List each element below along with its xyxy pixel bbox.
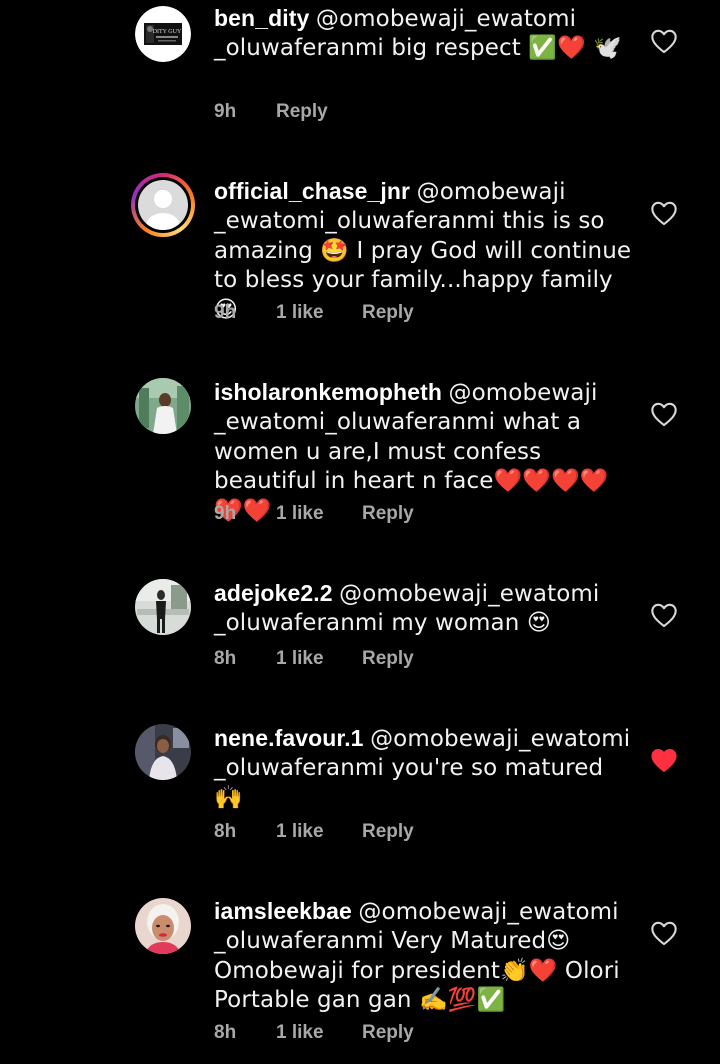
avatar[interactable] — [135, 724, 191, 780]
comment-likes[interactable]: 1 like — [276, 1022, 362, 1044]
comment-meta: 8h 1 like Reply — [214, 1022, 414, 1044]
comment-username[interactable]: isholaronkemopheth — [214, 379, 442, 405]
heart-icon[interactable] — [650, 401, 678, 427]
comment-body: adejoke2.2 @omobewaji_ewatomi _oluwafera… — [214, 579, 634, 638]
heart-icon[interactable] — [650, 920, 678, 946]
comment-time: 8h — [214, 1022, 237, 1043]
comment-meta: 8h 1 like Reply — [214, 821, 414, 843]
comment-likes[interactable]: 1 like — [276, 648, 362, 670]
heart-icon[interactable] — [650, 602, 678, 628]
comment-body: ben_dity @omobewaji_ewatomi _oluwaferanm… — [214, 4, 634, 63]
comment-time: 9h — [214, 302, 237, 323]
comment-meta: 9h Reply — [214, 101, 328, 123]
reply-button[interactable]: Reply — [362, 1022, 414, 1044]
comment-meta: 9h 1 like Reply — [214, 302, 414, 324]
reply-button[interactable]: Reply — [362, 302, 414, 324]
comment-body: iamsleekbae @omobewaji_ewatomi _oluwafer… — [214, 897, 634, 1015]
comment-username[interactable]: official_chase_jnr — [214, 178, 410, 204]
avatar[interactable] — [135, 378, 191, 434]
reply-button[interactable]: Reply — [362, 503, 414, 525]
comment-meta: 9h 1 like Reply — [214, 503, 414, 525]
reply-button[interactable]: Reply — [276, 101, 328, 123]
comment-time: 9h — [214, 503, 237, 524]
avatar-ring — [135, 177, 191, 233]
comment-username[interactable]: nene.favour.1 — [214, 725, 364, 751]
avatar-placeholder — [138, 180, 188, 230]
reply-button[interactable]: Reply — [362, 648, 414, 670]
heart-filled-icon[interactable] — [650, 747, 678, 773]
avatar-logo-text: DITY GUY — [153, 29, 182, 35]
avatar[interactable]: DITY GUY — [135, 6, 191, 62]
avatar[interactable] — [135, 898, 191, 954]
comment-time: 8h — [214, 648, 237, 669]
comment-username[interactable]: iamsleekbae — [214, 898, 352, 924]
comment-meta: 8h 1 like Reply — [214, 648, 414, 670]
comment-likes[interactable]: 1 like — [276, 821, 362, 843]
avatar[interactable] — [135, 579, 191, 635]
comment-time: 9h — [214, 101, 237, 122]
avatar[interactable] — [131, 173, 195, 237]
comment-username[interactable]: ben_dity — [214, 5, 309, 31]
heart-icon[interactable] — [650, 200, 678, 226]
comment-likes[interactable]: 1 like — [276, 503, 362, 525]
comment-body: nene.favour.1 @omobewaji_ewatomi _oluwaf… — [214, 724, 634, 812]
comment-time: 8h — [214, 821, 237, 842]
heart-icon[interactable] — [650, 28, 678, 54]
comment-likes[interactable]: 1 like — [276, 302, 362, 324]
reply-button[interactable]: Reply — [362, 821, 414, 843]
comment-username[interactable]: adejoke2.2 — [214, 580, 333, 606]
